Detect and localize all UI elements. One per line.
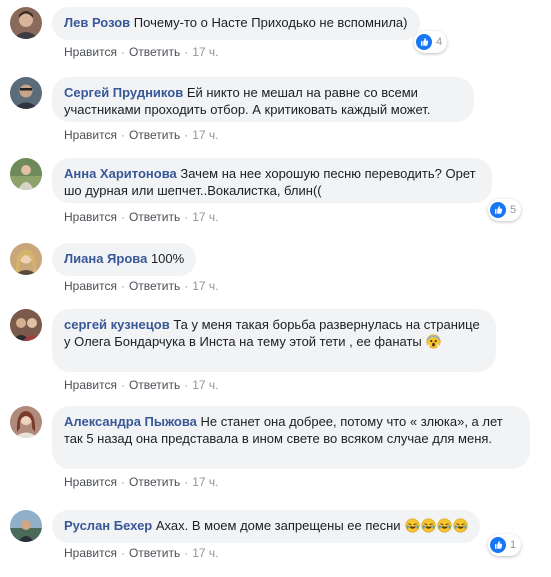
reaction-count[interactable]: 5 bbox=[488, 199, 522, 221]
comment-timestamp[interactable]: 17 ч. bbox=[192, 128, 218, 142]
separator: · bbox=[184, 475, 189, 489]
like-icon bbox=[490, 202, 506, 218]
like-link[interactable]: Нравится bbox=[64, 378, 117, 392]
reply-link[interactable]: Ответить bbox=[129, 378, 180, 392]
separator: · bbox=[120, 128, 125, 142]
comment-bubble: Лев Розов Почему-то о Насте Приходько не… bbox=[52, 7, 420, 40]
comment-author-link[interactable]: Руслан Бехер bbox=[64, 518, 152, 533]
reply-link[interactable]: Ответить bbox=[129, 210, 180, 224]
separator: · bbox=[184, 210, 189, 224]
comment-text: 100% bbox=[150, 251, 185, 266]
separator: · bbox=[120, 475, 125, 489]
rolling-laughing-emoji bbox=[437, 518, 452, 533]
comment-author-link[interactable]: Сергей Прудников bbox=[64, 85, 183, 100]
separator: · bbox=[120, 546, 125, 560]
separator: · bbox=[120, 378, 125, 392]
comment-bubble: сергей кузнецов Та у меня такая борьба р… bbox=[52, 309, 496, 372]
like-link[interactable]: Нравится bbox=[64, 279, 117, 293]
comment-actions: Нравится · Ответить · 17 ч. bbox=[64, 209, 219, 225]
comment-text: Ахах. В моем доме запрещены ее песни bbox=[155, 518, 401, 533]
comment-timestamp[interactable]: 17 ч. bbox=[192, 475, 218, 489]
reaction-count[interactable]: 1 bbox=[488, 534, 522, 556]
avatar[interactable] bbox=[10, 309, 42, 341]
comment-author-link[interactable]: Анна Харитонова bbox=[64, 166, 177, 181]
reaction-count[interactable]: 4 bbox=[414, 31, 448, 53]
avatar[interactable] bbox=[10, 77, 42, 109]
like-link[interactable]: Нравится bbox=[64, 475, 117, 489]
comment-timestamp[interactable]: 17 ч. bbox=[192, 279, 218, 293]
separator: · bbox=[120, 210, 125, 224]
comment-bubble: Лиана Ярова 100% bbox=[52, 243, 197, 276]
like-link[interactable]: Нравится bbox=[64, 45, 117, 59]
separator: · bbox=[184, 546, 189, 560]
comment-author-link[interactable]: Лев Розов bbox=[64, 15, 130, 30]
comment-bubble: Сергей Прудников Ей никто не мешал на ра… bbox=[52, 77, 474, 122]
comment-bubble: Руслан Бехер Ахах. В моем доме запрещены… bbox=[52, 510, 481, 543]
reply-link[interactable]: Ответить bbox=[129, 475, 180, 489]
rolling-laughing-emoji bbox=[421, 518, 436, 533]
comment-author-link[interactable]: сергей кузнецов bbox=[64, 317, 170, 332]
separator: · bbox=[184, 128, 189, 142]
comment-actions: Нравится · Ответить · 17 ч. bbox=[64, 377, 219, 393]
reply-link[interactable]: Ответить bbox=[129, 279, 180, 293]
avatar[interactable] bbox=[10, 510, 42, 542]
comment-actions: Нравится · Ответить · 17 ч. bbox=[64, 44, 219, 60]
comment-timestamp[interactable]: 17 ч. bbox=[192, 45, 218, 59]
separator: · bbox=[184, 378, 189, 392]
like-link[interactable]: Нравится bbox=[64, 546, 117, 560]
comment-author-link[interactable]: Лиана Ярова bbox=[64, 251, 147, 266]
like-icon bbox=[416, 34, 432, 50]
comment-actions: Нравится · Ответить · 17 ч. bbox=[64, 127, 219, 143]
comment-text: Почему-то о Насте Приходько не вспомнила… bbox=[133, 15, 408, 30]
comment-actions: Нравится · Ответить · 17 ч. bbox=[64, 474, 219, 490]
scared-face-emoji bbox=[426, 334, 441, 349]
like-link[interactable]: Нравится bbox=[64, 128, 117, 142]
like-link[interactable]: Нравится bbox=[64, 210, 117, 224]
separator: · bbox=[120, 45, 125, 59]
reply-link[interactable]: Ответить bbox=[129, 128, 180, 142]
like-icon bbox=[490, 537, 506, 553]
comment-timestamp[interactable]: 17 ч. bbox=[192, 546, 218, 560]
avatar[interactable] bbox=[10, 243, 42, 275]
separator: · bbox=[184, 279, 189, 293]
comment-bubble: Александра Пыжова Не станет она добрее, … bbox=[52, 406, 530, 469]
avatar[interactable] bbox=[10, 406, 42, 438]
comment-author-link[interactable]: Александра Пыжова bbox=[64, 414, 197, 429]
comment-timestamp[interactable]: 17 ч. bbox=[192, 378, 218, 392]
comment-actions: Нравится · Ответить · 17 ч. bbox=[64, 545, 219, 561]
reply-link[interactable]: Ответить bbox=[129, 546, 180, 560]
separator: · bbox=[120, 279, 125, 293]
avatar[interactable] bbox=[10, 158, 42, 190]
reply-link[interactable]: Ответить bbox=[129, 45, 180, 59]
separator: · bbox=[184, 45, 189, 59]
rolling-laughing-emoji bbox=[405, 518, 420, 533]
comment-actions: Нравится · Ответить · 17 ч. bbox=[64, 278, 219, 294]
comment-bubble: Анна Харитонова Зачем на нее хорошую пес… bbox=[52, 158, 492, 203]
rolling-laughing-emoji bbox=[453, 518, 468, 533]
comment-timestamp[interactable]: 17 ч. bbox=[192, 210, 218, 224]
avatar[interactable] bbox=[10, 7, 42, 39]
